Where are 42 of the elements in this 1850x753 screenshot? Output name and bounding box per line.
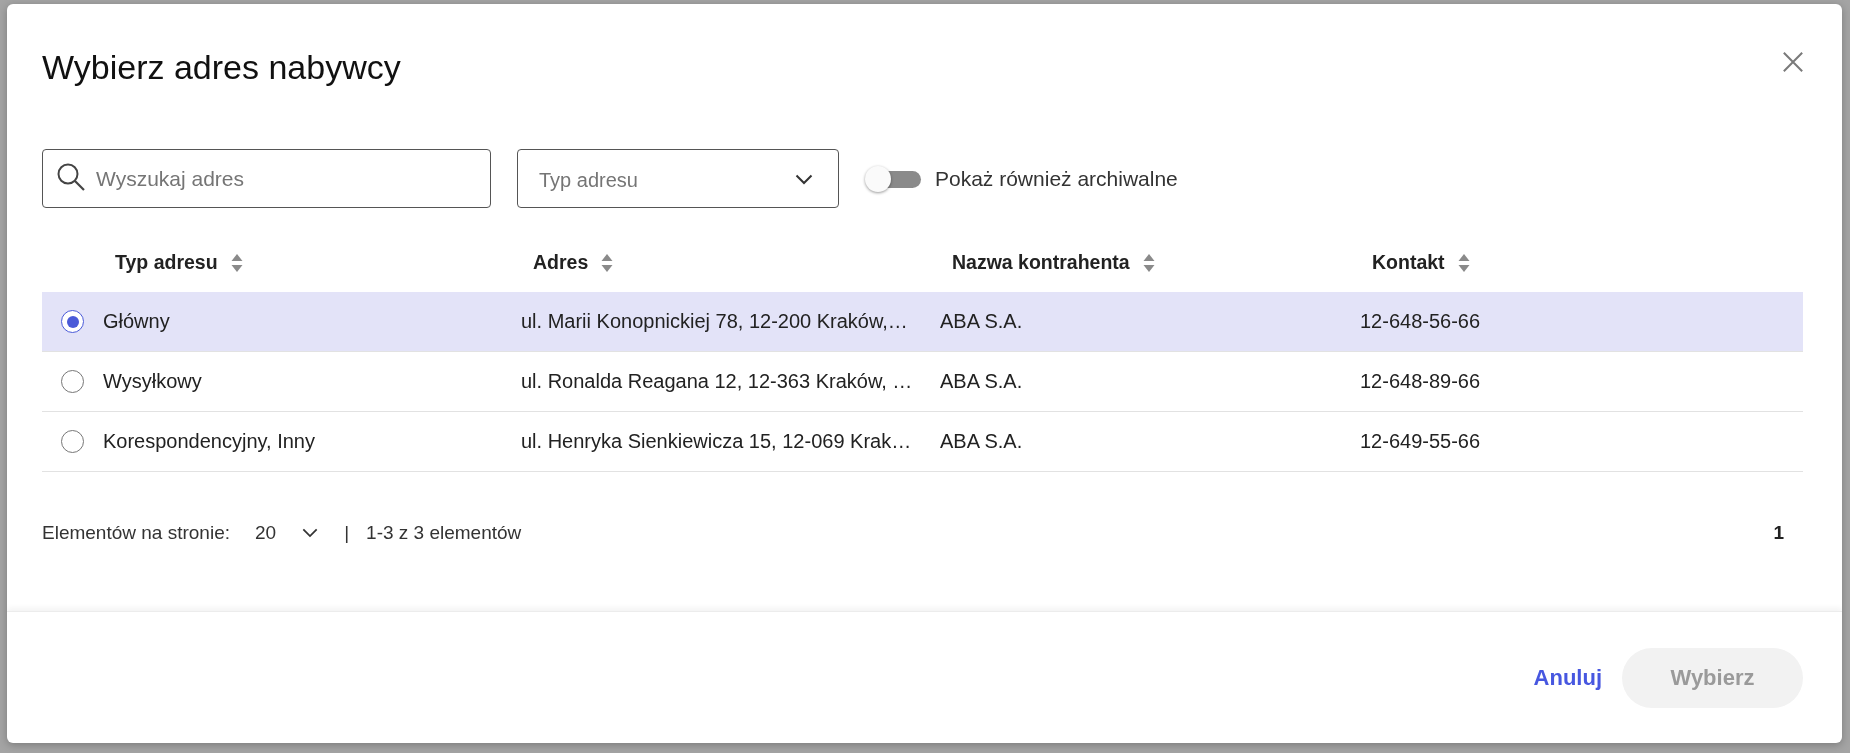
table-cell: Wysyłkowy [103,370,202,393]
table-cell: ul. Ronalda Reagana 12, 12-363 Kraków, … [521,370,913,393]
table-cell: ul. Henryka Sienkiewicza 15, 12-069 Krak… [521,430,912,453]
column-header[interactable]: Kontakt [1372,251,1470,274]
table-cell: ul. Marii Konopnickiej 78, 12-200 Kraków,… [521,310,908,333]
radio-button[interactable] [61,370,84,393]
table-cell: ABA S.A. [940,370,1023,393]
page-number[interactable]: 1 [1769,522,1788,544]
toggle-label: Pokaż również archiwalne [935,166,1178,191]
page-size-select[interactable]: 20 [255,522,319,544]
column-header[interactable]: Nazwa kontrahenta [952,251,1155,274]
table-cell: Główny [103,310,170,333]
table-cell: Korespondencyjny, Inny [103,430,315,453]
table-row[interactable]: Wysyłkowy ul. Ronalda Reagana 12, 12-363 Kraków, … ABA S.A. 12-648-89-66 [42,352,1803,412]
sort-icon [601,252,614,273]
chevron-down-icon [302,528,319,538]
sort-icon [1457,252,1470,273]
radio-button[interactable] [61,310,84,333]
dialog-title: Wybierz adres nabywcy [42,47,401,87]
table-cell: ABA S.A. [940,430,1023,453]
table-row[interactable]: Główny ul. Marii Konopnickiej 78, 12-200 Kraków,… ABA S.A. 12-648-56-66 [42,292,1803,352]
search-icon [57,163,85,191]
table-row[interactable]: Korespondencyjny, Inny ul. Henryka Sienkiewicza 15, 12-069 Krak… ABA S.A. 12-649-55-66 [42,412,1803,472]
page-range-text: 1-3 z 3 elementów [366,522,522,544]
table-cell: 12-649-55-66 [1360,430,1481,453]
radio-button[interactable] [61,430,84,453]
sort-icon [1142,252,1155,273]
sort-icon [230,252,243,273]
column-header[interactable]: Adres [533,251,614,274]
close-button[interactable] [1780,49,1806,75]
cancel-button[interactable]: Anuluj [1527,656,1608,699]
address-type-dropdown[interactable]: Typ adresu [517,149,839,208]
pagination-separator: | [344,522,350,544]
search-field[interactable]: Wyszukaj adres [42,149,491,208]
table-cell: ABA S.A. [940,310,1023,333]
toggle-switch[interactable] [865,165,921,192]
table-cell: 12-648-56-66 [1360,310,1481,333]
chevron-down-icon [795,174,813,185]
table-cell: 12-648-89-66 [1360,370,1481,393]
page-size-label: Elementów na stronie: [42,522,230,544]
close-icon [1782,51,1804,73]
column-header[interactable]: Typ adresu [115,251,243,274]
